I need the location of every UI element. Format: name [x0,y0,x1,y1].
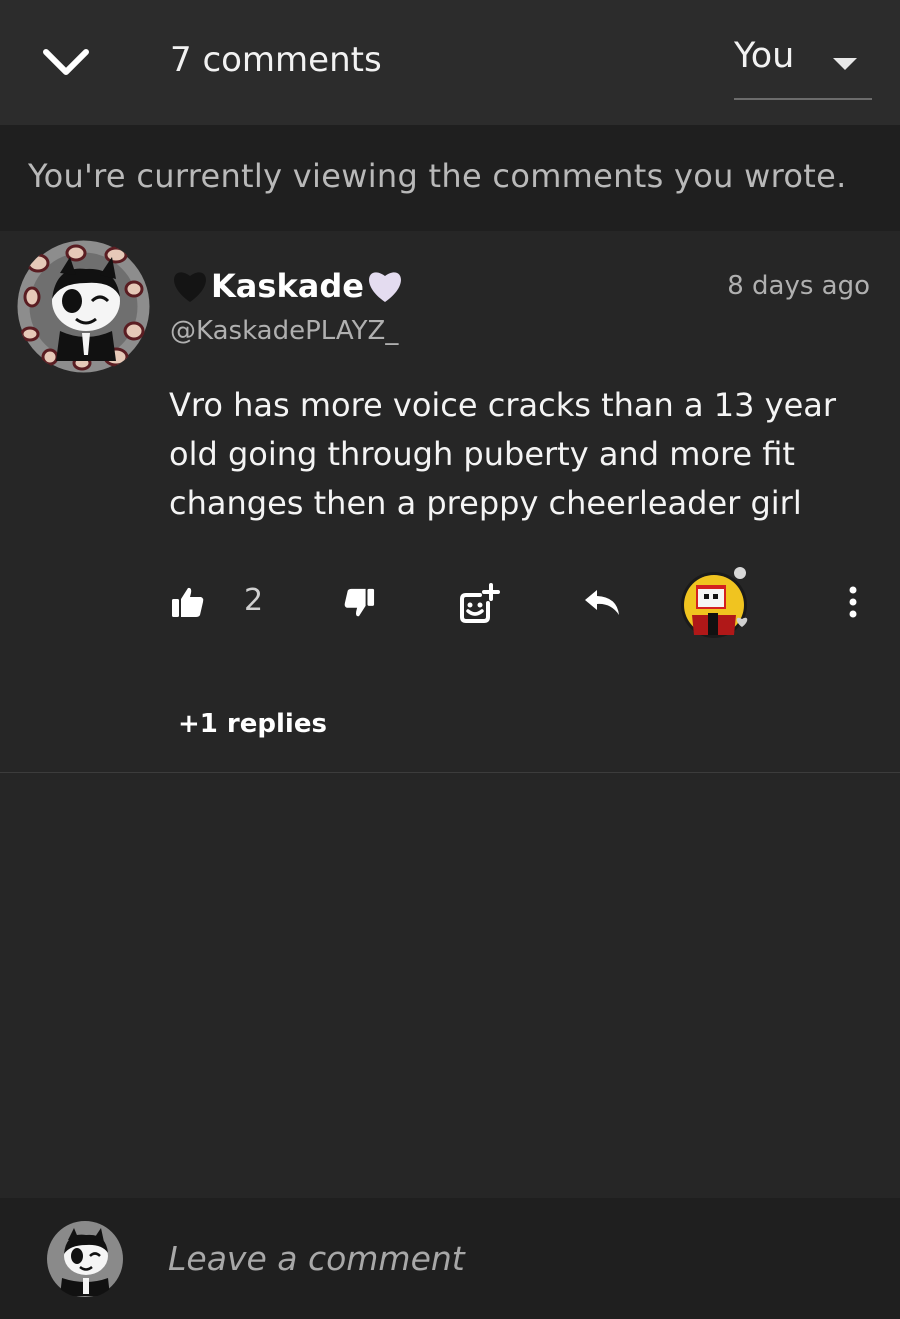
notice-bar: You're currently viewing the comments yo… [0,125,900,231]
caret-down-icon [833,58,857,70]
commenter-display-name[interactable]: Kaskade [211,267,364,305]
white-heart-icon [368,272,401,302]
comment-body: Vro has more voice cracks than a 13 year… [169,386,837,522]
view-replies-link[interactable]: +1 replies [178,709,327,739]
filter-selected-value: You [734,36,795,76]
creator-reaction-avatar [681,567,748,638]
comment-count: 7 comments [170,40,382,80]
comment-timestamp: 8 days ago [727,271,870,301]
comment-composer [0,1198,900,1319]
thumbs-down-icon[interactable] [343,587,375,619]
current-user-avatar [47,1221,123,1297]
commenter-handle[interactable]: @KaskadePLAYZ_ [170,316,398,346]
commenter-avatar[interactable] [16,239,151,374]
like-count: 2 [244,583,264,618]
notice-text: You're currently viewing the comments yo… [28,157,847,195]
comment-actions: 2 [0,561,900,641]
more-vertical-icon[interactable] [846,585,860,619]
comment-input[interactable] [168,1236,858,1280]
thumbs-up-icon[interactable] [171,585,205,619]
filter-dropdown[interactable]: You [734,36,872,100]
comment-card: Kaskade @KaskadePLAYZ_ 8 days ago Vro ha… [0,231,900,773]
commenter-name-row: Kaskade [170,267,405,305]
add-emoji-icon[interactable] [458,583,500,625]
comments-header: 7 comments You [0,0,900,125]
black-heart-icon [174,272,206,302]
reply-icon[interactable] [583,587,621,617]
chevron-down-icon[interactable] [40,42,92,82]
